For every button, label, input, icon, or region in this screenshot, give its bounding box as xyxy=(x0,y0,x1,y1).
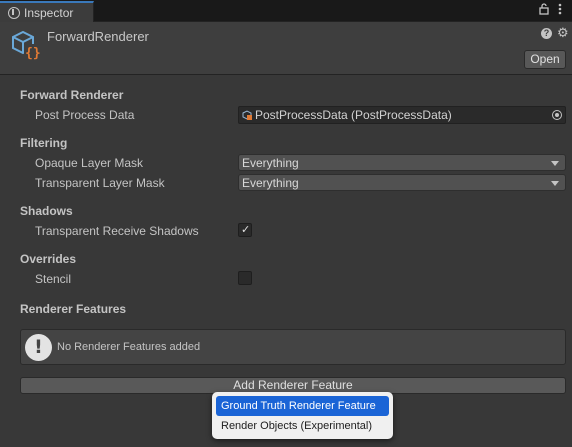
info-icon xyxy=(8,7,20,19)
asset-icon xyxy=(242,110,253,121)
tab-tools xyxy=(539,3,562,18)
transparent-receive-shadows-checkbox[interactable]: ✓ xyxy=(238,223,252,237)
tab-inspector[interactable]: Inspector xyxy=(0,1,94,22)
section-shadows: Shadows xyxy=(20,204,73,218)
gear-icon[interactable]: ⚙ xyxy=(557,25,569,41)
tab-bar: Inspector xyxy=(0,0,572,22)
object-name: ForwardRenderer xyxy=(47,29,149,44)
info-helpbox: ! No Renderer Features added xyxy=(20,329,566,365)
section-renderer-features: Renderer Features xyxy=(20,302,127,316)
scriptable-object-icon: {} xyxy=(9,28,41,61)
chevron-down-icon xyxy=(551,161,559,166)
help-icon[interactable]: ? xyxy=(541,28,552,39)
transparent-layer-mask-dropdown[interactable]: Everything xyxy=(238,174,566,191)
menu-item-render-objects[interactable]: Render Objects (Experimental) xyxy=(216,416,389,436)
checkmark-icon: ✓ xyxy=(241,224,251,236)
transparent-layer-mask-value: Everything xyxy=(242,176,299,190)
stencil-checkbox[interactable] xyxy=(238,271,252,285)
tab-label: Inspector xyxy=(24,6,74,20)
svg-text:{}: {} xyxy=(25,46,41,60)
open-button[interactable]: Open xyxy=(524,50,566,69)
post-process-data-field[interactable]: PostProcessData (PostProcessData) xyxy=(238,106,566,124)
post-process-data-label: Post Process Data xyxy=(35,108,135,122)
kebab-menu-icon[interactable] xyxy=(558,3,562,18)
warning-icon: ! xyxy=(25,334,52,361)
stencil-label: Stencil xyxy=(35,272,72,286)
section-overrides: Overrides xyxy=(20,252,77,266)
opaque-layer-mask-label: Opaque Layer Mask xyxy=(35,156,144,170)
transparent-receive-shadows-label: Transparent Receive Shadows xyxy=(35,224,199,238)
opaque-layer-mask-dropdown[interactable]: Everything xyxy=(238,154,566,171)
post-process-data-value: PostProcessData (PostProcessData) xyxy=(255,108,452,122)
inspector-header: {} ForwardRenderer ? ⚙ Open xyxy=(0,22,572,75)
helpbox-message: No Renderer Features added xyxy=(57,341,201,353)
lock-icon[interactable] xyxy=(539,3,549,18)
chevron-down-icon xyxy=(551,181,559,186)
section-forward-renderer: Forward Renderer xyxy=(20,88,124,102)
renderer-feature-menu: Ground Truth Renderer Feature Render Obj… xyxy=(212,392,393,439)
object-picker-icon[interactable] xyxy=(552,110,562,120)
menu-item-ground-truth[interactable]: Ground Truth Renderer Feature xyxy=(216,396,389,416)
transparent-layer-mask-label: Transparent Layer Mask xyxy=(35,176,165,190)
section-filtering: Filtering xyxy=(20,136,68,150)
opaque-layer-mask-value: Everything xyxy=(242,156,299,170)
